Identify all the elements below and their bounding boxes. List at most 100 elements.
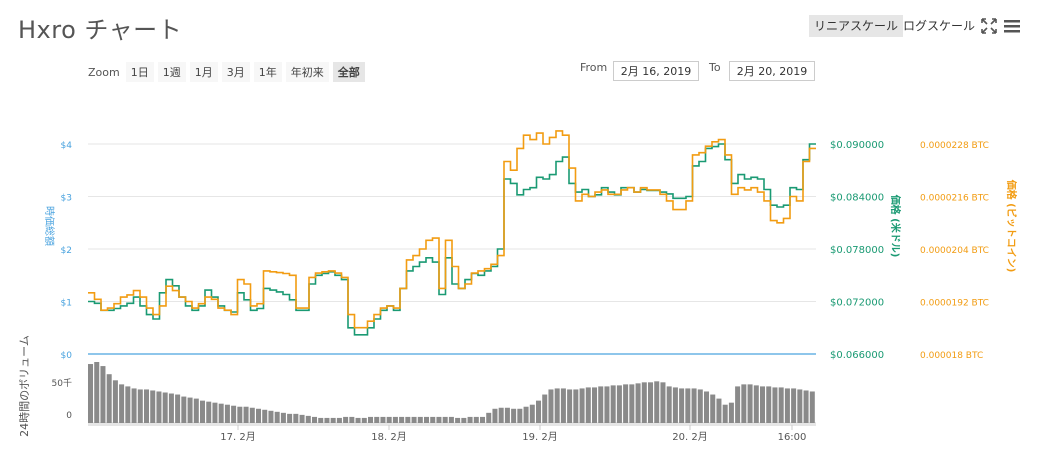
volume-bar xyxy=(797,389,803,423)
price-chart[interactable]: $4 $3 $2 $1 $0 時価総額 $0.090000 $0.084000 $0.07800… xyxy=(0,0,1051,452)
volume-bar xyxy=(417,416,423,423)
volume-bar xyxy=(461,417,467,423)
volume-bar xyxy=(778,387,784,423)
volume-bar xyxy=(685,388,691,423)
x-tick-label: 18. 2月 xyxy=(371,431,406,443)
volume-bar xyxy=(579,388,585,423)
volume-bar xyxy=(411,416,417,423)
volume-bar xyxy=(430,416,436,423)
volume-bar xyxy=(243,406,249,423)
volume-bar xyxy=(504,407,510,423)
x-tick-label: 20. 2月 xyxy=(672,431,707,443)
btc-tick-label: 0.000018 BTC xyxy=(920,351,983,361)
volume-bar xyxy=(262,409,268,423)
volume-bar xyxy=(529,404,535,423)
volume-bar xyxy=(343,416,349,423)
volume-bar xyxy=(386,416,392,423)
volume-bar xyxy=(728,402,734,423)
volume-bar xyxy=(206,401,212,423)
volume-bar xyxy=(312,416,318,423)
volume-bar xyxy=(722,404,728,423)
btc-axis-title: 価格 (ビットコイン) xyxy=(1005,179,1018,273)
volume-bar xyxy=(181,396,187,423)
volume-bar xyxy=(753,385,759,423)
volume-bar xyxy=(249,407,255,423)
volume-bar xyxy=(318,417,324,423)
volume-bar xyxy=(716,398,722,423)
volume-bar xyxy=(436,416,442,423)
volume-bar xyxy=(635,383,641,423)
volume-bar xyxy=(536,400,542,423)
btc-tick-label: 0.0000228 BTC xyxy=(920,141,989,151)
volume-bar xyxy=(679,388,685,423)
volume-bar xyxy=(467,416,473,423)
volume-tick-label: 0 xyxy=(66,411,72,421)
volume-bar xyxy=(368,416,374,423)
volume-bar xyxy=(791,388,797,423)
volume-bar xyxy=(193,398,199,423)
volume-bar xyxy=(268,410,274,423)
btc-price-line xyxy=(88,130,816,329)
volume-bar xyxy=(772,387,778,423)
usd-tick-label: $0.066000 xyxy=(830,350,884,361)
volume-bar xyxy=(492,408,498,423)
volume-bar xyxy=(623,384,629,423)
volume-bar xyxy=(274,411,280,423)
btc-tick-label: 0.0000204 BTC xyxy=(920,246,989,256)
volume-axis-title: 24時間のボリューム xyxy=(18,335,31,437)
volume-bar xyxy=(280,412,286,423)
volume-bar xyxy=(405,416,411,423)
volume-bar xyxy=(448,416,454,423)
volume-bar xyxy=(399,416,405,423)
volume-bar xyxy=(175,394,181,423)
volume-bar xyxy=(237,406,243,423)
volume-bar xyxy=(256,408,262,423)
x-tick-label: 19. 2月 xyxy=(522,431,557,443)
cap-axis-title: 時価総額 xyxy=(43,206,56,246)
volume-bar xyxy=(517,408,523,423)
volume-bar xyxy=(629,384,635,423)
volume-bar xyxy=(598,386,604,423)
volume-bar xyxy=(697,389,703,423)
volume-bar xyxy=(88,364,94,423)
usd-tick-label: $0.090000 xyxy=(830,140,884,151)
volume-bar xyxy=(523,406,529,423)
volume-bar xyxy=(704,391,710,423)
btc-tick-label: 0.0000192 BTC xyxy=(920,299,989,309)
volume-bar xyxy=(187,397,193,423)
volume-bar xyxy=(131,388,137,423)
volume-bar xyxy=(150,390,156,423)
volume-bar xyxy=(168,393,174,423)
btc-tick-label: 0.0000216 BTC xyxy=(920,194,989,204)
volume-bar xyxy=(224,404,230,423)
volume-bar xyxy=(542,394,548,423)
volume-bar xyxy=(231,405,237,423)
volume-bar xyxy=(803,390,809,423)
volume-bar xyxy=(137,389,143,423)
volume-tick-label: 50千 xyxy=(52,378,72,389)
cap-tick-label: $2 xyxy=(61,246,72,256)
volume-bar xyxy=(455,417,461,423)
volume-bar xyxy=(641,382,647,423)
usd-tick-label: $0.078000 xyxy=(830,245,884,256)
volume-bar xyxy=(162,392,168,423)
volume-bar xyxy=(741,384,747,423)
volume-bar xyxy=(392,416,398,423)
volume-bar xyxy=(349,416,355,423)
cap-tick-label: $4 xyxy=(61,141,73,151)
volume-bar xyxy=(119,384,125,423)
volume-bar xyxy=(442,416,448,423)
volume-bar xyxy=(809,391,815,423)
volume-bar xyxy=(616,385,622,423)
volume-bar xyxy=(473,416,479,423)
volume-bar xyxy=(380,416,386,423)
volume-bar xyxy=(604,386,610,423)
volume-bar xyxy=(567,389,573,423)
volume-bar xyxy=(200,400,206,423)
volume-bar xyxy=(330,417,336,423)
volume-bar xyxy=(666,386,672,423)
volume-bar xyxy=(672,387,678,423)
cap-tick-label: $3 xyxy=(61,194,72,204)
cap-tick-label: $1 xyxy=(61,299,72,309)
volume-bar xyxy=(144,389,150,423)
